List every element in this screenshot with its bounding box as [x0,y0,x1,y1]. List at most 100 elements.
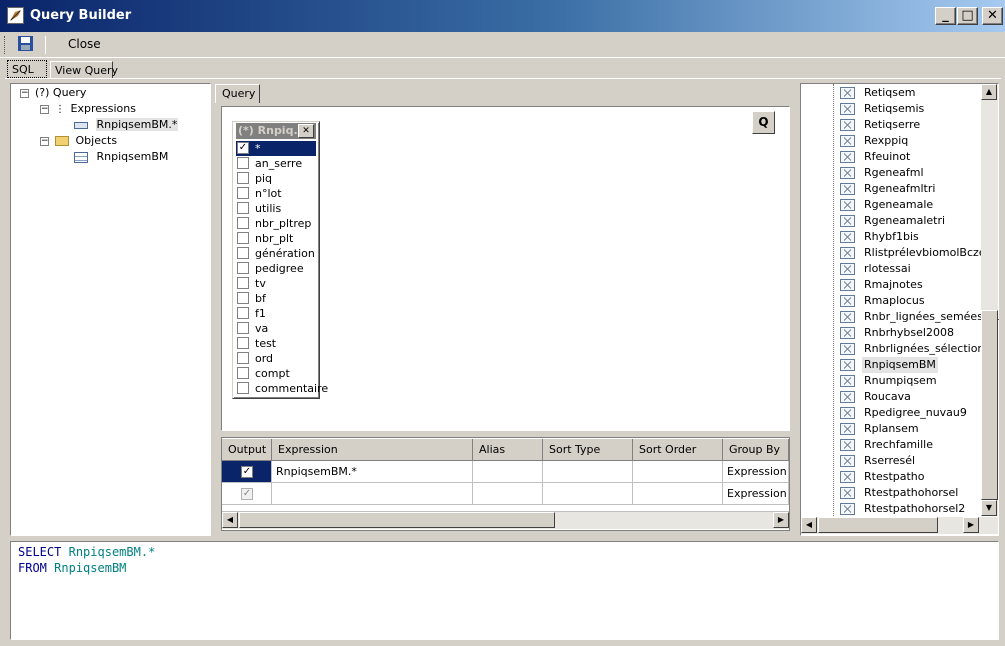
object-item[interactable]: Rgeneafmltri [840,181,980,197]
object-item[interactable]: Rfeuinot [840,149,980,165]
scroll-right-icon[interactable]: ▶ [963,517,979,533]
object-item[interactable]: RlistprélevbiomolBcze [840,245,986,261]
field-checkbox[interactable] [237,232,249,244]
object-item[interactable]: Retiqsemis [840,101,980,117]
grid-cell-sort-type[interactable] [543,483,633,505]
grid-cell-group-by[interactable]: Expression [723,461,789,483]
scroll-left-icon[interactable]: ◀ [801,517,817,533]
field-checkbox[interactable] [237,262,249,274]
scroll-right-icon[interactable]: ▶ [773,512,789,528]
field-row[interactable]: commentaire [236,381,328,396]
object-item[interactable]: Rtestpatho [840,469,980,485]
scroll-up-icon[interactable]: ▲ [981,84,997,100]
field-checkbox[interactable] [237,172,249,184]
maximize-button[interactable]: □ [957,7,978,25]
field-row[interactable]: ✓ * [236,141,316,156]
object-item[interactable]: Rmajnotes [840,277,980,293]
grid-header-expression[interactable]: Expression [272,439,473,461]
output-checkbox[interactable]: ✓ [241,488,253,500]
grid-scroll-thumb[interactable] [239,512,555,528]
objects-hscroll-thumb[interactable] [818,517,938,533]
object-item[interactable]: Retiqsem [840,85,980,101]
close-icon[interactable]: ✕ [298,124,314,138]
object-item[interactable]: Rpedigree_nuvau9 [840,405,980,421]
field-checkbox[interactable] [237,382,249,394]
field-row[interactable]: n°lot [236,186,316,201]
field-checkbox[interactable] [237,217,249,229]
object-item[interactable]: Rnbrhybsel2008 [840,325,980,341]
minimize-button[interactable]: _ [935,7,956,25]
scroll-down-icon[interactable]: ▼ [981,500,997,516]
field-checkbox[interactable] [237,247,249,259]
tab-view-query[interactable]: View Query [50,61,118,79]
object-item[interactable]: Rserresél [840,453,980,469]
field-checkbox[interactable] [237,337,249,349]
grid-cell-expression[interactable] [272,483,473,505]
tree-objects[interactable]: Objects [55,133,117,149]
field-checkbox[interactable]: ✓ [237,142,249,154]
field-row[interactable]: pedigree [236,261,316,276]
output-checkbox[interactable]: ✓ [241,466,253,478]
object-item[interactable]: rlotessai [840,261,980,277]
field-row[interactable]: nbr_pltrep [236,216,316,231]
q-button[interactable]: Q [752,111,775,134]
field-checkbox[interactable] [237,292,249,304]
object-item[interactable]: RnpiqsemBM [840,357,980,373]
field-row[interactable]: piq [236,171,316,186]
field-checkbox[interactable] [237,277,249,289]
object-item[interactable]: Rgeneafml [840,165,980,181]
tree-expression-item[interactable]: RnpiqsemBM.* [74,117,179,133]
field-row[interactable]: tv [236,276,316,291]
grid-cell-sort-order[interactable] [633,461,723,483]
field-checkbox[interactable] [237,367,249,379]
field-row[interactable]: va [236,321,316,336]
close-button[interactable]: Close [68,37,114,53]
save-icon[interactable] [17,35,37,53]
object-item[interactable]: Roucava [840,389,980,405]
field-row[interactable]: bf [236,291,316,306]
collapse-icon[interactable]: − [40,105,49,114]
sql-editor[interactable]: SELECT RnpiqsemBM.* FROM RnpiqsemBM [10,541,999,640]
grid-header-sort-type[interactable]: Sort Type [543,439,633,461]
field-checkbox[interactable] [237,307,249,319]
object-item[interactable]: Rnbrlignées_sélection_a [840,341,997,357]
tab-sql[interactable]: SQL [7,60,47,78]
tab-query[interactable]: Query [215,84,260,104]
object-item[interactable]: Rhybf1bis [840,229,980,245]
object-item[interactable]: Rnbr_lignées_semées F1 [840,309,1000,325]
grid-cell-alias[interactable] [473,483,543,505]
field-row[interactable]: utilis [236,201,316,216]
grid-header-output[interactable]: Output [222,439,272,461]
toolbar-grip[interactable] [4,36,7,54]
scroll-left-icon[interactable]: ◀ [222,512,238,528]
field-checkbox[interactable] [237,352,249,364]
field-row[interactable]: test [236,336,316,351]
grid-cell-output[interactable]: ✓ [222,461,272,483]
object-item[interactable]: Rtestpathohorsel [840,485,980,501]
object-item[interactable]: Retiqserre [840,117,980,133]
grid-cell-expression[interactable]: RnpiqsemBM.* [272,461,473,483]
grid-cell-group-by[interactable]: Expression [723,483,789,505]
object-item[interactable]: Rmaplocus [840,293,980,309]
objects-scroll-thumb[interactable] [981,310,998,500]
close-window-button[interactable]: ✕ [982,7,1003,25]
grid-cell-sort-order[interactable] [633,483,723,505]
object-item[interactable]: Rexppiq [840,133,980,149]
object-item[interactable]: Rgeneamaletri [840,213,980,229]
field-row[interactable]: compt [236,366,316,381]
object-item[interactable]: Rrechfamille [840,437,980,453]
field-checkbox[interactable] [237,202,249,214]
grid-header-group-by[interactable]: Group By [723,439,789,461]
grid-cell-sort-type[interactable] [543,461,633,483]
object-item[interactable]: Rnumpiqsem [840,373,980,389]
grid-cell-output[interactable]: ✓ [222,483,272,505]
collapse-icon[interactable]: − [40,137,49,146]
field-row[interactable]: nbr_plt [236,231,316,246]
object-item[interactable]: Rtestpathohorsel2 [840,501,980,517]
collapse-icon[interactable]: − [20,89,29,98]
tree-root[interactable]: (?) Query [35,85,86,101]
field-row[interactable]: ord [236,351,316,366]
field-row[interactable]: f1 [236,306,316,321]
field-checkbox[interactable] [237,322,249,334]
field-checkbox[interactable] [237,187,249,199]
